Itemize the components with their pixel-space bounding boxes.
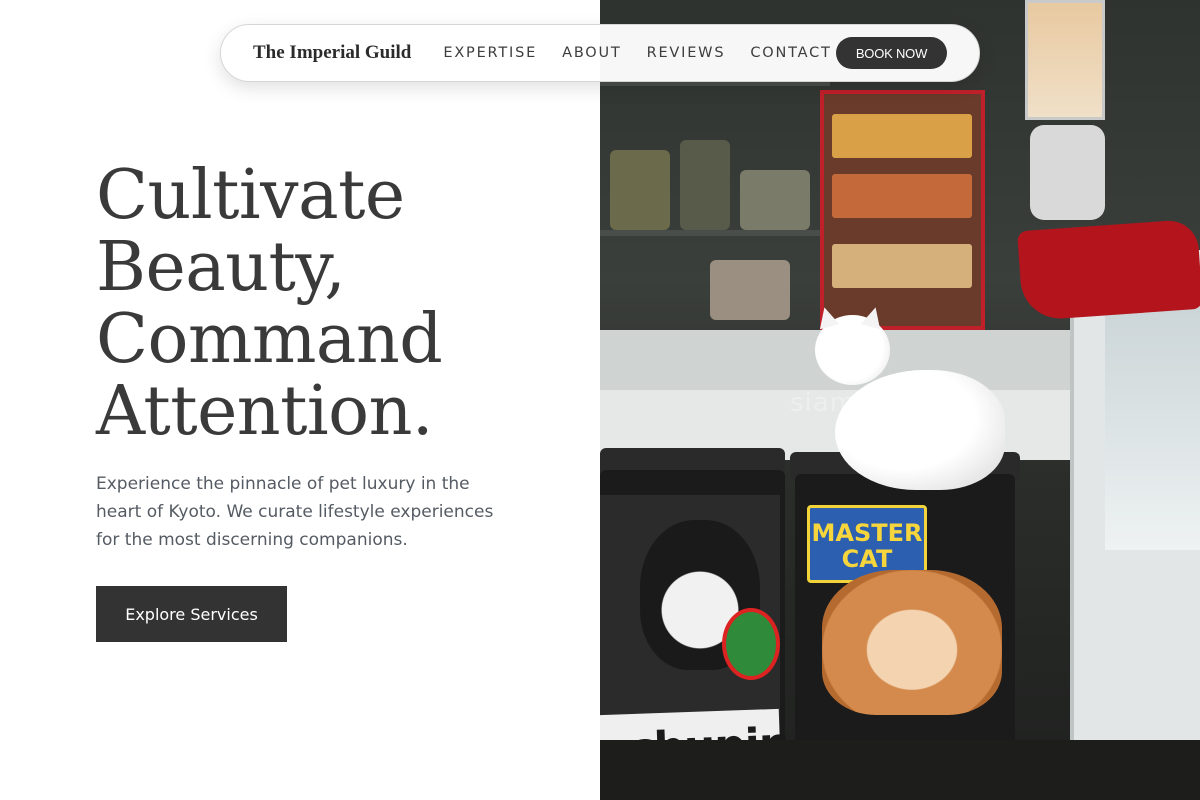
glass-jar [1030,125,1105,220]
nav-link-contact[interactable]: CONTACT [750,45,831,61]
watermark: siamese.tokyo [790,388,991,418]
nav-bar: The Imperial Guild EXPERTISE ABOUT REVIE… [220,24,980,82]
nav-link-reviews[interactable]: REVIEWS [647,45,726,61]
floor [600,740,1200,800]
book-now-button[interactable]: BOOK NOW [836,37,947,69]
nav-link-expertise[interactable]: EXPERTISE [443,45,537,61]
hero-title-line: Command [96,300,443,379]
hero-subtitle: Experience the pinnacle of pet luxury in… [96,474,494,550]
brand-logo[interactable]: The Imperial Guild [253,42,411,64]
cat-sticker [822,570,1002,715]
jar [710,260,790,320]
rack-row [832,174,972,218]
hero-title-line: Cultivate [96,156,405,235]
jar [610,150,670,230]
explore-services-button[interactable]: Explore Services [96,586,287,642]
hero-title-line: Attention. [96,372,434,451]
hero-title: Cultivate Beauty, Command Attention. [96,160,576,448]
nav-links: EXPERTISE ABOUT REVIEWS CONTACT [443,45,831,61]
cat-ear [860,304,886,330]
fridge-glass [1105,290,1200,550]
shelf [600,230,830,236]
bag-badge [722,608,780,680]
nav-link-about[interactable]: ABOUT [562,45,622,61]
hero-image: achupin MASTER CAT siamese.tokyo [600,0,1200,800]
candy-display [1025,0,1105,120]
snack-rack [820,90,985,330]
jar [680,140,730,230]
rack-row [832,244,972,288]
hero-title-line: Beauty, [96,228,346,307]
red-cloth [1017,218,1200,322]
rack-row [832,114,972,158]
jar [740,170,810,230]
cat-head [814,304,890,385]
